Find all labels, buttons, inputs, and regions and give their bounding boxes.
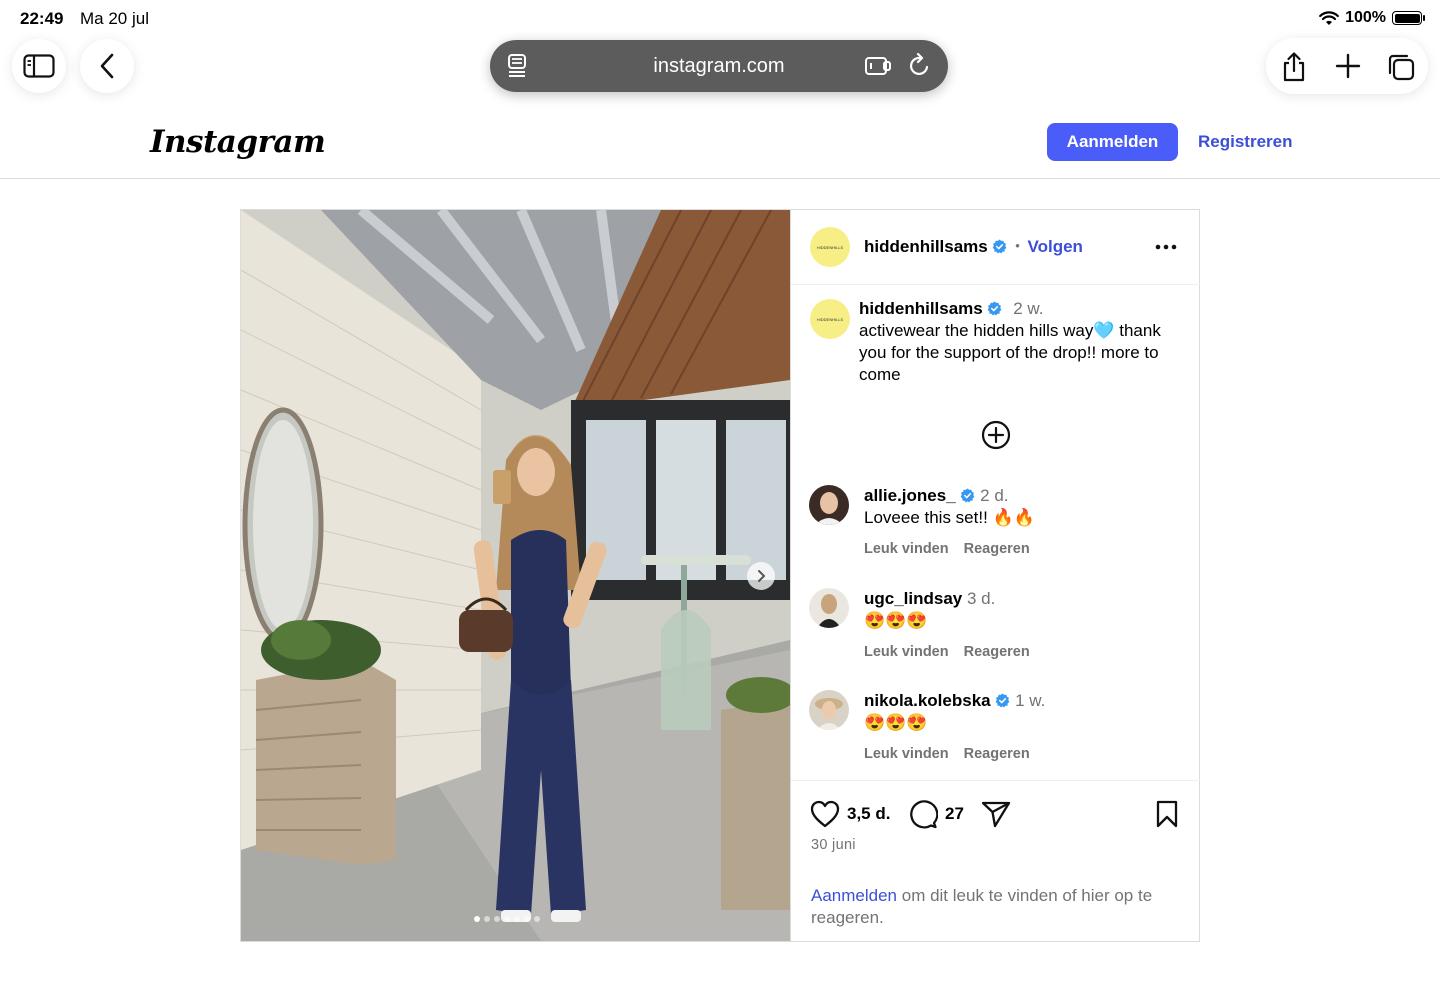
post-caption: hiddenhillsams 2 w. activewear the hidde…	[859, 298, 1184, 386]
reply-comment-button[interactable]: Reageren	[964, 746, 1030, 762]
commenter-avatar[interactable]	[809, 690, 849, 730]
status-bar: 22:49 Ma 20 jul 100%	[0, 0, 1440, 38]
sidebar-toggle-button[interactable]	[12, 39, 66, 93]
carousel-dot	[514, 916, 520, 922]
heart-icon[interactable]	[810, 800, 840, 828]
browser-actions	[1266, 38, 1428, 94]
caption-avatar[interactable]: HIDDENHILLS	[810, 299, 850, 339]
post-actions: 3,5 d. 27 30 juni Aanmelden om dit leuk …	[791, 780, 1200, 942]
login-prompt-link[interactable]: Aanmelden	[811, 886, 897, 905]
battery-icon	[1392, 11, 1425, 25]
carousel-indicator	[474, 916, 540, 922]
comment-text: 😍😍😍	[864, 611, 928, 630]
comment-text: Loveee this set!! 🔥🔥	[864, 508, 1035, 527]
verified-badge-icon	[993, 239, 1007, 254]
header-separator: •	[1015, 238, 1020, 253]
reload-icon[interactable]	[908, 52, 932, 85]
post-date: 30 juni	[811, 837, 856, 853]
chevron-right-icon	[758, 570, 765, 582]
carousel-dot	[534, 916, 540, 922]
carousel-dot	[474, 916, 480, 922]
comment-username[interactable]: nikola.kolebska	[864, 691, 991, 710]
back-button[interactable]	[80, 39, 134, 93]
comment-username[interactable]: ugc_lindsay	[864, 589, 962, 608]
more-options-icon[interactable]	[1155, 244, 1177, 250]
like-comment-button[interactable]: Leuk vinden	[864, 541, 949, 557]
address-bar[interactable]: instagram.com	[490, 40, 948, 92]
url-text[interactable]: instagram.com	[653, 55, 784, 78]
follow-button[interactable]: Volgen	[1028, 237, 1083, 256]
carousel-dot	[494, 916, 500, 922]
verified-badge-icon	[988, 301, 1002, 316]
login-prompt: Aanmelden om dit leuk te vinden of hier …	[811, 885, 1181, 929]
post-header: HIDDENHILLS hiddenhillsams • Volgen	[791, 210, 1200, 285]
likes-count[interactable]: 3,5 d.	[847, 804, 890, 824]
new-tab-icon[interactable]	[1334, 52, 1362, 85]
comment-item: nikola.kolebska 1 w. 😍😍😍 Leuk vinden Rea…	[809, 690, 1189, 770]
carousel-dot	[524, 916, 530, 922]
verified-badge-icon	[996, 693, 1010, 708]
post-card: HIDDENHILLS hiddenhillsams • Volgen HIDD…	[240, 209, 1200, 942]
post-image	[241, 210, 790, 941]
status-right: 100%	[1319, 9, 1425, 27]
post-details-panel: HIDDENHILLS hiddenhillsams • Volgen HIDD…	[790, 210, 1200, 941]
comment-age: 2 d.	[980, 486, 1009, 505]
reply-comment-button[interactable]: Reageren	[964, 644, 1030, 660]
caption-text: activewear the hidden hills way🩵 thank y…	[859, 321, 1161, 384]
comment-age: 1 w.	[1015, 691, 1046, 710]
page-menu-icon[interactable]	[506, 53, 528, 85]
verified-badge-icon	[961, 488, 975, 503]
share-icon[interactable]	[1280, 52, 1308, 87]
post-photo[interactable]	[241, 210, 790, 941]
tabs-overview-icon[interactable]	[1386, 52, 1416, 87]
caption-age: 2 w.	[1013, 299, 1044, 318]
comment-age: 3 d.	[967, 589, 996, 608]
load-more-comments-icon[interactable]	[981, 420, 1011, 450]
register-link[interactable]: Registreren	[1198, 132, 1292, 152]
comment-item: ugc_lindsay 3 d. 😍😍😍 Leuk vinden Reagere…	[809, 588, 1189, 668]
comments-count[interactable]: 27	[945, 804, 964, 824]
extensions-icon[interactable]	[864, 53, 892, 85]
carousel-dot	[504, 916, 510, 922]
bookmark-icon[interactable]	[1156, 800, 1178, 828]
comment-icon[interactable]	[908, 799, 938, 829]
author-avatar[interactable]: HIDDENHILLS	[810, 227, 850, 267]
chevron-left-icon	[100, 53, 114, 79]
author-username[interactable]: hiddenhillsams	[864, 237, 988, 256]
commenter-avatar[interactable]	[809, 588, 849, 628]
wifi-icon	[1319, 10, 1339, 25]
instagram-logo[interactable]: Instagram	[150, 124, 326, 160]
comment-text: 😍😍😍	[864, 713, 928, 732]
comment-username[interactable]: allie.jones_	[864, 486, 956, 505]
battery-percent: 100%	[1345, 9, 1386, 26]
carousel-next-button[interactable]	[747, 562, 775, 590]
comment-item: allie.jones_ 2 d. Loveee this set!! 🔥🔥 L…	[809, 485, 1189, 565]
status-date: Ma 20 jul	[80, 9, 149, 28]
carousel-dot	[484, 916, 490, 922]
login-button[interactable]: Aanmelden	[1047, 123, 1178, 161]
instagram-header: Instagram Aanmelden Registreren	[0, 110, 1440, 179]
sidebar-icon	[23, 54, 55, 78]
status-time: 22:49	[20, 9, 64, 28]
caption-username[interactable]: hiddenhillsams	[859, 299, 983, 318]
commenter-avatar[interactable]	[809, 485, 849, 525]
like-comment-button[interactable]: Leuk vinden	[864, 644, 949, 660]
share-icon[interactable]	[981, 800, 1011, 828]
like-comment-button[interactable]: Leuk vinden	[864, 746, 949, 762]
reply-comment-button[interactable]: Reageren	[964, 541, 1030, 557]
